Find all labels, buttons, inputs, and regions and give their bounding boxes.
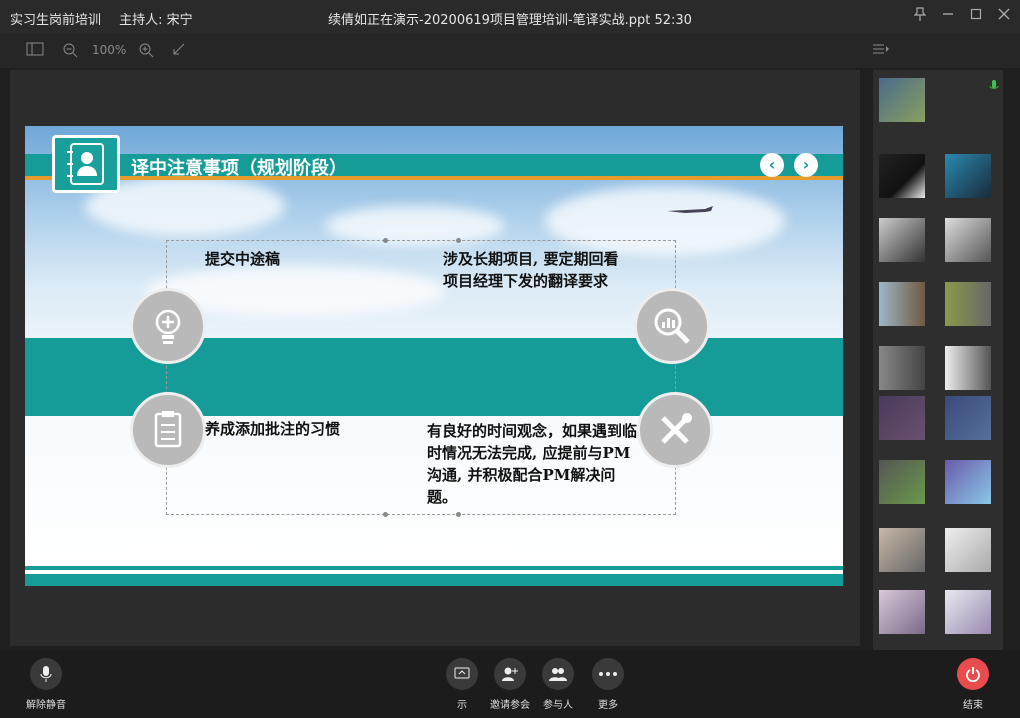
people-icon	[542, 658, 574, 690]
screen-share-icon	[446, 658, 478, 690]
tip-top-right: 涉及长期项目, 要定期回看项目经理下发的翻译要求	[443, 250, 619, 290]
add-user-icon	[494, 658, 526, 690]
end-label: 结束	[963, 700, 983, 711]
next-slide-button[interactable]: ›	[794, 153, 818, 177]
more-dots-icon	[592, 658, 624, 690]
tip-top-left: 提交中途稿	[205, 250, 281, 268]
handle-dot	[383, 512, 388, 517]
sidebar-toggle-icon[interactable]	[26, 42, 44, 59]
handle-dot	[456, 512, 461, 517]
mic-active-icon	[989, 78, 999, 97]
bottom-band	[25, 574, 843, 586]
zoom-in-icon[interactable]	[138, 42, 154, 61]
lightbulb-icon	[130, 288, 206, 364]
minimize-icon[interactable]	[940, 6, 956, 22]
handle-dot	[456, 238, 461, 243]
prev-slide-button[interactable]: ‹	[760, 153, 784, 177]
end-meeting-button[interactable]: 结束	[943, 658, 1003, 711]
presentation-slide: 译中注意事项（规划阶段） ‹ › 提交中途稿 涉及长期项目, 要定期回看项目经理…	[25, 126, 843, 586]
list-panel-icon[interactable]	[872, 42, 890, 59]
tip-bottom-left: 养成添加批注的习惯	[205, 420, 341, 438]
microphone-icon	[30, 658, 62, 690]
slide-title: 译中注意事项（规划阶段）	[131, 158, 347, 179]
fit-icon[interactable]	[172, 42, 186, 59]
meeting-controls: 解除静音 示 邀请参会 参与人 更多 结束	[0, 650, 1020, 718]
close-icon[interactable]	[996, 6, 1012, 22]
title-bar: 实习生岗前培训 主持人: 宋宁 续倩如正在演示-20200619项目管理培训-笔…	[0, 0, 1020, 34]
unmute-button[interactable]: 解除静音	[16, 658, 76, 711]
power-icon	[957, 658, 989, 690]
unmute-label: 解除静音	[26, 700, 66, 711]
more-button[interactable]: 更多	[578, 658, 638, 711]
participant-video-strip	[873, 70, 1003, 660]
handle-dot	[383, 238, 388, 243]
pin-icon[interactable]	[912, 6, 928, 22]
bottom-band	[25, 566, 843, 570]
airplane-icon	[665, 202, 715, 221]
tools-icon	[637, 392, 713, 468]
more-label: 更多	[598, 700, 618, 711]
contact-book-icon	[52, 135, 120, 193]
tip-bottom-right: 有良好的时间观念，如果遇到临时情况无法完成, 应提前与PM沟通, 并积极配合PM…	[427, 422, 638, 506]
meeting-name: 实习生岗前培训	[10, 13, 102, 28]
zoom-level: 100%	[92, 43, 127, 57]
viewer-toolbar: 100%	[0, 34, 1020, 68]
zoom-out-icon[interactable]	[62, 42, 78, 61]
maximize-icon[interactable]	[968, 6, 984, 22]
host-label: 主持人: 宋宁	[119, 13, 193, 28]
clipboard-icon	[130, 392, 206, 468]
analysis-icon	[634, 288, 710, 364]
